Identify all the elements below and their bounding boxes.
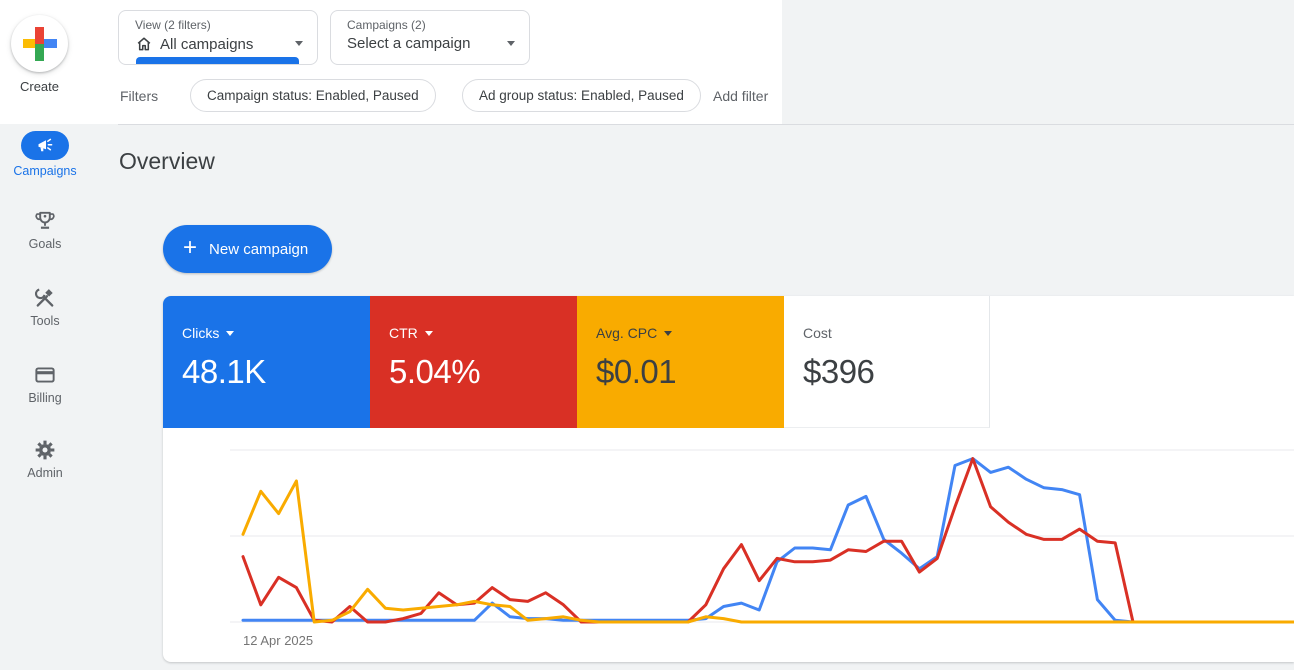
trophy-icon (33, 209, 57, 233)
scorecard-label: CTR (389, 325, 418, 341)
chevron-down-icon (425, 331, 433, 336)
campaigns-active-pill (21, 131, 69, 160)
chevron-down-icon (507, 41, 515, 46)
chevron-down-icon (226, 331, 234, 336)
scorecard-row: Clicks 48.1K CTR 5.04% Avg. CPC $0.01 Co… (163, 296, 1294, 428)
sidebar-item-label: Campaigns (0, 164, 90, 178)
view-selector-active-underline (136, 57, 299, 64)
sidebar-item-tools[interactable]: Tools (0, 286, 90, 328)
view-selector-dropdown[interactable]: View (2 filters) All campaigns (118, 10, 318, 65)
x-axis-first-tick: 12 Apr 2025 (243, 633, 313, 648)
sidebar-item-campaigns[interactable]: Campaigns (0, 131, 90, 178)
new-campaign-label: New campaign (209, 241, 308, 258)
page-title: Overview (119, 148, 215, 175)
scorecard-value: $396 (803, 353, 989, 391)
home-icon (135, 35, 153, 53)
create-button-label: Create (0, 79, 79, 94)
sidebar-item-label: Goals (0, 237, 90, 251)
scorecard-value: 48.1K (182, 353, 370, 391)
scorecard-clicks[interactable]: Clicks 48.1K (163, 296, 370, 428)
new-campaign-button[interactable]: + New campaign (163, 225, 332, 273)
sidebar-item-label: Billing (0, 391, 90, 405)
filters-label: Filters (120, 88, 158, 104)
google-plus-icon (23, 27, 57, 61)
view-selector-value: All campaigns (160, 36, 253, 53)
scorecard-value: $0.01 (596, 353, 784, 391)
campaign-selector-value: Select a campaign (347, 35, 470, 52)
plus-icon: + (183, 236, 197, 260)
scorecard-ctr[interactable]: CTR 5.04% (370, 296, 577, 428)
filter-chip-campaign-status[interactable]: Campaign status: Enabled, Paused (190, 79, 436, 112)
create-button[interactable] (11, 15, 68, 72)
scorecard-cost: Cost $396 (784, 296, 990, 428)
gear-icon (33, 438, 57, 462)
chart-series-ctr (243, 459, 1294, 622)
scorecard-label: Cost (803, 325, 832, 341)
sidebar-item-label: Tools (0, 314, 90, 328)
scorecard-label: Clicks (182, 325, 219, 341)
chevron-down-icon (664, 331, 672, 336)
add-filter-button[interactable]: Add filter (713, 88, 768, 104)
sidebar-item-goals[interactable]: Goals (0, 209, 90, 251)
sidebar-item-billing[interactable]: Billing (0, 363, 90, 405)
overview-chart-card: Clicks 48.1K CTR 5.04% Avg. CPC $0.01 Co… (163, 296, 1294, 662)
chart-series-clicks (243, 459, 1294, 622)
scorecard-value: 5.04% (389, 353, 577, 391)
campaign-selector-dropdown[interactable]: Campaigns (2) Select a campaign (330, 10, 530, 65)
scorecard-label: Avg. CPC (596, 325, 657, 341)
performance-line-chart[interactable] (230, 440, 1294, 636)
tools-icon (33, 286, 57, 310)
chevron-down-icon (295, 41, 303, 46)
filter-chip-ad-group-status[interactable]: Ad group status: Enabled, Paused (462, 79, 701, 112)
megaphone-icon (35, 136, 55, 156)
header-divider (118, 124, 1294, 125)
chart-series-avg-cpc (243, 481, 1294, 622)
campaign-selector-label: Campaigns (2) (347, 18, 515, 33)
sidebar-item-admin[interactable]: Admin (0, 438, 90, 480)
credit-card-icon (33, 363, 57, 387)
sidebar-item-label: Admin (0, 466, 90, 480)
view-selector-label: View (2 filters) (135, 18, 303, 33)
scorecard-avg-cpc[interactable]: Avg. CPC $0.01 (577, 296, 784, 428)
google-ads-overview-page: { "sidebar": { "create_label": "Create",… (0, 0, 1294, 670)
